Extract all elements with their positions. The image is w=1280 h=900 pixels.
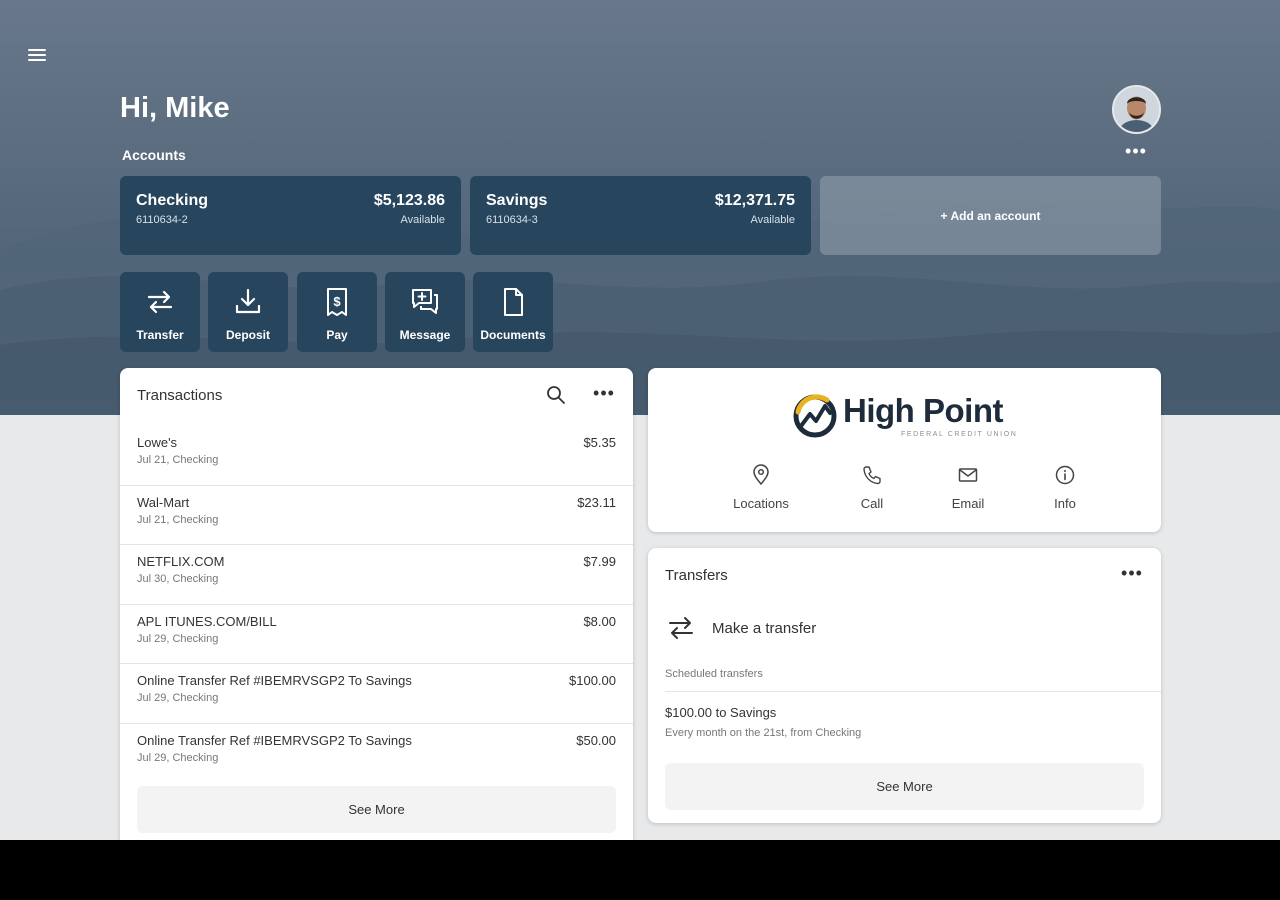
transaction-detail: Jul 30, Checking (137, 573, 219, 585)
deposit-icon (235, 288, 261, 314)
transfers-more-icon[interactable]: ••• (1121, 564, 1143, 583)
transfer-icon (147, 290, 173, 314)
documents-button[interactable]: Documents (473, 272, 553, 352)
account-status: Available (750, 214, 795, 226)
make-transfer-label: Make a transfer (712, 620, 817, 637)
user-avatar[interactable] (1112, 85, 1161, 134)
transfer-button[interactable]: Transfer (120, 272, 200, 352)
transactions-card: Transactions ••• Lowe's Jul 21, Checking… (120, 368, 633, 848)
accounts-more-icon[interactable]: ••• (1124, 142, 1148, 162)
transaction-amount: $50.00 (576, 732, 616, 748)
greeting-title: Hi, Mike (120, 92, 230, 124)
locations-button[interactable]: Locations (716, 464, 806, 511)
transaction-row[interactable]: Online Transfer Ref #IBEMRVSGP2 To Savin… (120, 664, 633, 724)
location-pin-icon (753, 464, 769, 486)
transactions-title: Transactions (137, 387, 223, 404)
pay-icon: $ (327, 288, 347, 316)
brand-action-label: Info (1054, 496, 1076, 511)
transactions-more-icon[interactable]: ••• (593, 384, 615, 403)
email-icon (958, 468, 978, 482)
transaction-amount: $7.99 (583, 554, 616, 569)
message-icon (412, 289, 438, 314)
action-label: Message (399, 328, 451, 342)
transaction-detail: Jul 29, Checking (137, 632, 219, 645)
scheduled-transfer-detail: Every month on the 21st, from Checking (665, 727, 862, 739)
transaction-detail: Jul 21, Checking (137, 454, 219, 466)
menu-bar (28, 49, 46, 51)
transaction-name: APL ITUNES.COM/BILL (137, 613, 277, 629)
transaction-detail: Jul 29, Checking (137, 751, 219, 764)
menu-bar (28, 54, 46, 56)
svg-text:$: $ (333, 294, 341, 309)
transactions-see-more-button[interactable]: See More (137, 786, 616, 833)
bottom-letterbox-bar (0, 840, 1280, 900)
scheduled-transfer-title: $100.00 to Savings (665, 705, 777, 720)
transaction-amount: $23.11 (577, 494, 616, 510)
account-number: 6110634-2 (136, 214, 188, 226)
brand-action-label: Call (860, 496, 884, 511)
action-label: Pay (326, 328, 348, 342)
account-status: Available (400, 214, 445, 226)
accounts-label: Accounts (122, 147, 186, 163)
account-balance: $5,123.86 (373, 192, 445, 209)
message-button[interactable]: Message (385, 272, 465, 352)
email-button[interactable]: Email (923, 464, 1013, 511)
make-transfer-button[interactable]: Make a transfer (665, 610, 965, 646)
call-button[interactable]: Call (827, 464, 917, 511)
brand-action-label: Locations (733, 496, 789, 511)
transaction-row[interactable]: APL ITUNES.COM/BILL Jul 29, Checking $8.… (120, 605, 633, 664)
transfers-see-more-button[interactable]: See More (665, 763, 1144, 810)
action-label: Transfer (136, 328, 184, 342)
action-label: Documents (480, 328, 546, 342)
deposit-button[interactable]: Deposit (208, 272, 288, 352)
scheduled-transfers-label: Scheduled transfers (665, 668, 763, 680)
transaction-name: Online Transfer Ref #IBEMRVSGP2 To Savin… (137, 673, 412, 688)
transaction-amount: $100.00 (569, 673, 616, 688)
account-name: Checking (136, 192, 209, 209)
pay-button[interactable]: $ Pay (297, 272, 377, 352)
account-card-checking[interactable]: Checking 6110634-2 $5,123.86 Available (120, 176, 461, 255)
transaction-row[interactable]: Online Transfer Ref #IBEMRVSGP2 To Savin… (120, 724, 633, 784)
transaction-amount: $8.00 (583, 613, 616, 629)
transfers-title: Transfers (665, 567, 728, 584)
scheduled-transfer-item[interactable]: $100.00 to Savings Every month on the 21… (665, 705, 1125, 745)
brand-name: High Point (843, 392, 1003, 429)
divider (665, 691, 1161, 692)
account-card-savings[interactable]: Savings 6110634-3 $12,371.75 Available (470, 176, 811, 255)
account-balance: $12,371.75 (714, 192, 795, 209)
logo-mark-icon (793, 394, 837, 438)
transaction-name: Wal-Mart (137, 494, 190, 510)
credit-union-card: High Point FEDERAL CREDIT UNION Location… (648, 368, 1161, 532)
documents-icon (504, 288, 523, 316)
transaction-row[interactable]: Wal-Mart Jul 21, Checking $23.11 (120, 486, 633, 545)
transactions-list: Lowe's Jul 21, Checking $5.35 Wal-Mart J… (120, 426, 633, 783)
phone-icon (863, 466, 881, 485)
brand-subtitle: FEDERAL CREDIT UNION (901, 431, 1018, 438)
account-number: 6110634-3 (486, 214, 538, 226)
transaction-name: Online Transfer Ref #IBEMRVSGP2 To Savin… (137, 732, 412, 748)
info-icon (1055, 465, 1075, 485)
transaction-detail: Jul 21, Checking (137, 513, 219, 526)
action-label: Deposit (225, 328, 270, 342)
avatar-photo (1114, 87, 1159, 132)
transaction-name: NETFLIX.COM (137, 554, 225, 569)
high-point-logo: High Point FEDERAL CREDIT UNION (791, 390, 1031, 444)
info-button[interactable]: Info (1020, 464, 1110, 511)
transaction-row[interactable]: Lowe's Jul 21, Checking $5.35 (120, 426, 633, 486)
account-name: Savings (486, 192, 548, 209)
search-icon[interactable] (546, 385, 566, 405)
add-account-button[interactable]: + Add an account (820, 176, 1161, 255)
transaction-amount: $5.35 (583, 435, 616, 450)
menu-bar (28, 59, 46, 61)
transaction-detail: Jul 29, Checking (137, 692, 219, 704)
transaction-name: Lowe's (137, 435, 178, 450)
hamburger-menu-icon[interactable] (26, 46, 48, 68)
brand-action-label: Email (951, 496, 985, 511)
transaction-row[interactable]: NETFLIX.COM Jul 30, Checking $7.99 (120, 545, 633, 605)
transfers-card: Transfers ••• Make a transfer Scheduled … (648, 548, 1161, 823)
transfer-icon (669, 617, 693, 639)
